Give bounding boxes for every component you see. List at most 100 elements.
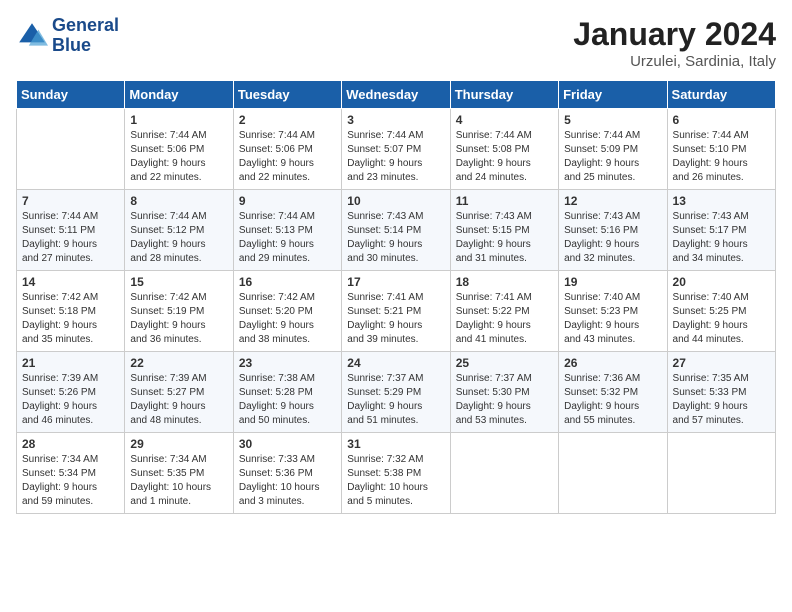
calendar-cell xyxy=(17,109,125,190)
day-number: 7 xyxy=(22,194,119,208)
calendar-header: SundayMondayTuesdayWednesdayThursdayFrid… xyxy=(17,81,776,109)
calendar-week-row: 28 Sunrise: 7:34 AM Sunset: 5:34 PM Dayli… xyxy=(17,433,776,514)
column-header-saturday: Saturday xyxy=(667,81,775,109)
location-title: Urzulei, Sardinia, Italy xyxy=(573,53,776,70)
calendar-cell: 28 Sunrise: 7:34 AM Sunset: 5:34 PM Dayli… xyxy=(17,433,125,514)
day-info: Sunrise: 7:34 AM Sunset: 5:34 PM Dayligh… xyxy=(22,453,119,509)
column-header-friday: Friday xyxy=(559,81,667,109)
calendar-body: 1Sunrise: 7:44 AM Sunset: 5:06 PM Daylig… xyxy=(17,109,776,514)
calendar-cell: 8 Sunrise: 7:44 AM Sunset: 5:12 PM Daylig… xyxy=(125,190,233,271)
day-number: 13 xyxy=(673,194,770,208)
day-info: Sunrise: 7:44 AM Sunset: 5:09 PM Dayligh… xyxy=(564,129,661,185)
day-info: Sunrise: 7:37 AM Sunset: 5:29 PM Dayligh… xyxy=(347,372,444,428)
day-number: 15 xyxy=(130,275,227,289)
calendar-cell: 16 Sunrise: 7:42 AM Sunset: 5:20 PM Dayli… xyxy=(233,271,341,352)
day-number: 29 xyxy=(130,437,227,451)
day-number: 28 xyxy=(22,437,119,451)
logo-text: General Blue xyxy=(52,16,119,56)
day-info: Sunrise: 7:41 AM Sunset: 5:21 PM Dayligh… xyxy=(347,291,444,347)
logo: General Blue xyxy=(16,16,119,56)
calendar-cell: 30 Sunrise: 7:33 AM Sunset: 5:36 PM Dayli… xyxy=(233,433,341,514)
column-header-thursday: Thursday xyxy=(450,81,558,109)
day-number: 30 xyxy=(239,437,336,451)
day-info: Sunrise: 7:44 AM Sunset: 5:10 PM Dayligh… xyxy=(673,129,770,185)
day-info: Sunrise: 7:44 AM Sunset: 5:07 PM Dayligh… xyxy=(347,129,444,185)
calendar-cell: 31Sunrise: 7:32 AM Sunset: 5:38 PM Dayli… xyxy=(342,433,450,514)
calendar-cell: 29 Sunrise: 7:34 AM Sunset: 5:35 PM Dayli… xyxy=(125,433,233,514)
calendar-cell xyxy=(450,433,558,514)
column-header-tuesday: Tuesday xyxy=(233,81,341,109)
day-number: 25 xyxy=(456,356,553,370)
day-number: 12 xyxy=(564,194,661,208)
calendar-cell: 19 Sunrise: 7:40 AM Sunset: 5:23 PM Dayli… xyxy=(559,271,667,352)
day-info: Sunrise: 7:44 AM Sunset: 5:11 PM Dayligh… xyxy=(22,210,119,266)
day-info: Sunrise: 7:43 AM Sunset: 5:17 PM Dayligh… xyxy=(673,210,770,266)
day-number: 19 xyxy=(564,275,661,289)
day-info: Sunrise: 7:33 AM Sunset: 5:36 PM Dayligh… xyxy=(239,453,336,509)
day-info: Sunrise: 7:39 AM Sunset: 5:26 PM Dayligh… xyxy=(22,372,119,428)
day-info: Sunrise: 7:44 AM Sunset: 5:06 PM Dayligh… xyxy=(239,129,336,185)
calendar-cell: 3 Sunrise: 7:44 AM Sunset: 5:07 PM Daylig… xyxy=(342,109,450,190)
day-info: Sunrise: 7:32 AM Sunset: 5:38 PM Dayligh… xyxy=(347,453,444,509)
calendar-cell: 6Sunrise: 7:44 AM Sunset: 5:10 PM Daylig… xyxy=(667,109,775,190)
day-info: Sunrise: 7:38 AM Sunset: 5:28 PM Dayligh… xyxy=(239,372,336,428)
calendar-cell: 2 Sunrise: 7:44 AM Sunset: 5:06 PM Daylig… xyxy=(233,109,341,190)
calendar-cell: 7 Sunrise: 7:44 AM Sunset: 5:11 PM Daylig… xyxy=(17,190,125,271)
calendar-cell: 12 Sunrise: 7:43 AM Sunset: 5:16 PM Dayli… xyxy=(559,190,667,271)
day-number: 17 xyxy=(347,275,444,289)
day-info: Sunrise: 7:43 AM Sunset: 5:14 PM Dayligh… xyxy=(347,210,444,266)
calendar-week-row: 21 Sunrise: 7:39 AM Sunset: 5:26 PM Dayli… xyxy=(17,352,776,433)
calendar-cell: 18Sunrise: 7:41 AM Sunset: 5:22 PM Dayli… xyxy=(450,271,558,352)
title-block: January 2024 Urzulei, Sardinia, Italy xyxy=(573,16,776,70)
day-number: 26 xyxy=(564,356,661,370)
calendar-cell: 11 Sunrise: 7:43 AM Sunset: 5:15 PM Dayli… xyxy=(450,190,558,271)
calendar-cell: 27 Sunrise: 7:35 AM Sunset: 5:33 PM Dayli… xyxy=(667,352,775,433)
day-info: Sunrise: 7:42 AM Sunset: 5:19 PM Dayligh… xyxy=(130,291,227,347)
day-number: 27 xyxy=(673,356,770,370)
day-number: 4 xyxy=(456,113,553,127)
day-number: 5 xyxy=(564,113,661,127)
calendar-table: SundayMondayTuesdayWednesdayThursdayFrid… xyxy=(16,80,776,514)
day-info: Sunrise: 7:43 AM Sunset: 5:16 PM Dayligh… xyxy=(564,210,661,266)
day-number: 3 xyxy=(347,113,444,127)
calendar-cell: 20Sunrise: 7:40 AM Sunset: 5:25 PM Dayli… xyxy=(667,271,775,352)
calendar-cell: 13 Sunrise: 7:43 AM Sunset: 5:17 PM Dayli… xyxy=(667,190,775,271)
day-info: Sunrise: 7:43 AM Sunset: 5:15 PM Dayligh… xyxy=(456,210,553,266)
calendar-week-row: 1Sunrise: 7:44 AM Sunset: 5:06 PM Daylig… xyxy=(17,109,776,190)
day-number: 16 xyxy=(239,275,336,289)
day-info: Sunrise: 7:44 AM Sunset: 5:06 PM Dayligh… xyxy=(130,129,227,185)
calendar-cell: 15 Sunrise: 7:42 AM Sunset: 5:19 PM Dayli… xyxy=(125,271,233,352)
day-number: 11 xyxy=(456,194,553,208)
calendar-cell: 21 Sunrise: 7:39 AM Sunset: 5:26 PM Dayli… xyxy=(17,352,125,433)
column-header-sunday: Sunday xyxy=(17,81,125,109)
day-number: 9 xyxy=(239,194,336,208)
day-info: Sunrise: 7:44 AM Sunset: 5:12 PM Dayligh… xyxy=(130,210,227,266)
calendar-cell: 4Sunrise: 7:44 AM Sunset: 5:08 PM Daylig… xyxy=(450,109,558,190)
calendar-week-row: 14Sunrise: 7:42 AM Sunset: 5:18 PM Dayli… xyxy=(17,271,776,352)
column-header-wednesday: Wednesday xyxy=(342,81,450,109)
day-number: 2 xyxy=(239,113,336,127)
day-info: Sunrise: 7:40 AM Sunset: 5:23 PM Dayligh… xyxy=(564,291,661,347)
day-info: Sunrise: 7:42 AM Sunset: 5:20 PM Dayligh… xyxy=(239,291,336,347)
calendar-cell: 25 Sunrise: 7:37 AM Sunset: 5:30 PM Dayli… xyxy=(450,352,558,433)
day-info: Sunrise: 7:37 AM Sunset: 5:30 PM Dayligh… xyxy=(456,372,553,428)
calendar-cell: 24Sunrise: 7:37 AM Sunset: 5:29 PM Dayli… xyxy=(342,352,450,433)
day-number: 23 xyxy=(239,356,336,370)
calendar-cell xyxy=(559,433,667,514)
column-header-monday: Monday xyxy=(125,81,233,109)
day-info: Sunrise: 7:35 AM Sunset: 5:33 PM Dayligh… xyxy=(673,372,770,428)
month-title: January 2024 xyxy=(573,16,776,53)
calendar-cell: 1Sunrise: 7:44 AM Sunset: 5:06 PM Daylig… xyxy=(125,109,233,190)
calendar-cell: 22Sunrise: 7:39 AM Sunset: 5:27 PM Dayli… xyxy=(125,352,233,433)
logo-icon xyxy=(16,20,48,52)
calendar-cell: 5 Sunrise: 7:44 AM Sunset: 5:09 PM Daylig… xyxy=(559,109,667,190)
logo-line1: General xyxy=(52,16,119,36)
calendar-cell: 23 Sunrise: 7:38 AM Sunset: 5:28 PM Dayli… xyxy=(233,352,341,433)
calendar-cell: 10Sunrise: 7:43 AM Sunset: 5:14 PM Dayli… xyxy=(342,190,450,271)
day-info: Sunrise: 7:42 AM Sunset: 5:18 PM Dayligh… xyxy=(22,291,119,347)
day-info: Sunrise: 7:34 AM Sunset: 5:35 PM Dayligh… xyxy=(130,453,227,509)
day-info: Sunrise: 7:40 AM Sunset: 5:25 PM Dayligh… xyxy=(673,291,770,347)
day-number: 21 xyxy=(22,356,119,370)
day-number: 8 xyxy=(130,194,227,208)
day-info: Sunrise: 7:41 AM Sunset: 5:22 PM Dayligh… xyxy=(456,291,553,347)
